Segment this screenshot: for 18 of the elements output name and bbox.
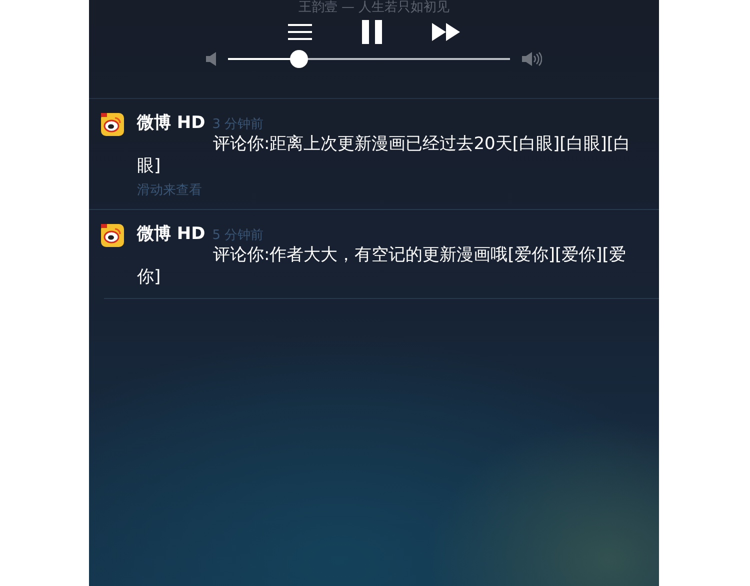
- pause-icon[interactable]: [362, 20, 382, 44]
- menu-icon[interactable]: [288, 23, 312, 41]
- volume-high-icon: [522, 52, 542, 66]
- app-icon: [101, 113, 124, 136]
- notification[interactable]: 微博 HD 3 分钟前 评论你:距离上次更新漫画已经过去20天[白眼][白眼][白眼] 滑动来查看: [89, 99, 659, 209]
- notification-time: 3 分钟前: [212, 116, 264, 133]
- notification-text: 评论你:作者大大，有空记的更新漫画哦[爱你][爱你][爱你]: [137, 244, 627, 288]
- app-icon: [101, 224, 124, 247]
- notification[interactable]: 微博 HD 5 分钟前 评论你:作者大大，有空记的更新漫画哦[爱你][爱你][爱你]: [89, 210, 659, 298]
- slider-thumb[interactable]: [290, 50, 308, 68]
- volume-low-icon: [206, 52, 216, 66]
- app-name: 微博 HD: [137, 112, 206, 134]
- fast-forward-icon[interactable]: [432, 23, 460, 41]
- notification-time: 5 分钟前: [212, 227, 264, 244]
- app-name: 微博 HD: [137, 223, 206, 245]
- song-title: 王韵壹 — 人生若只如初见: [297, 0, 451, 15]
- notification-text: 评论你:距离上次更新漫画已经过去20天[白眼][白眼][白眼]: [137, 133, 632, 177]
- swipe-hint: 滑动来查看: [137, 182, 203, 199]
